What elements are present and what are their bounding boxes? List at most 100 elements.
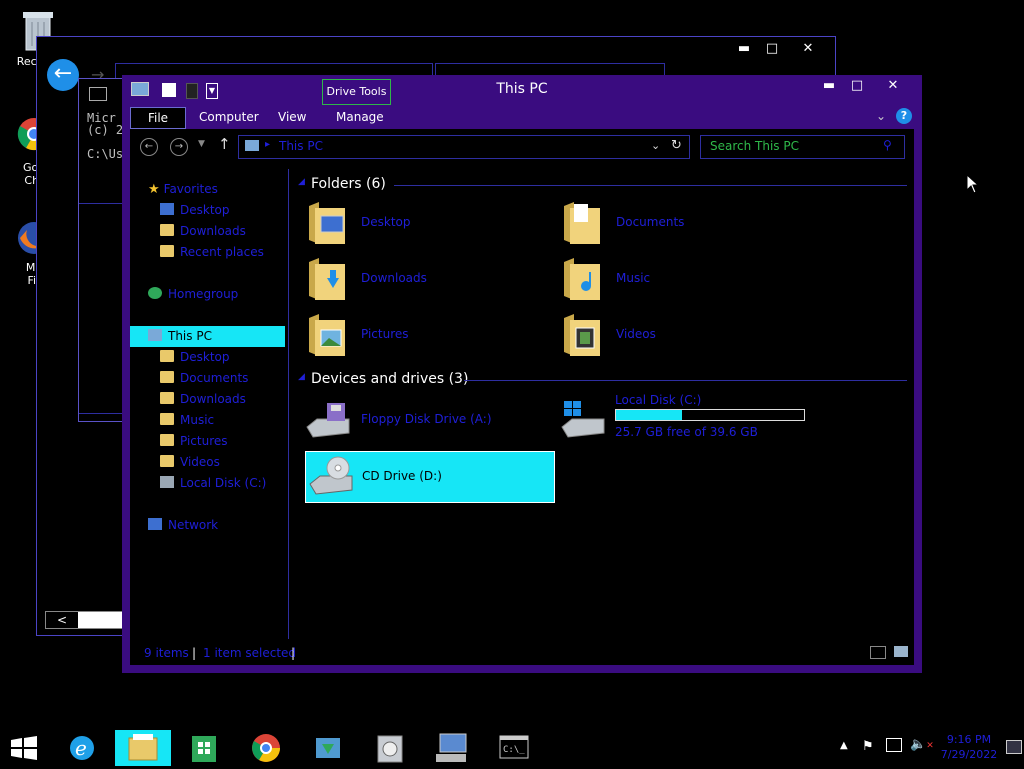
folder-icon	[160, 371, 174, 383]
disk-usage-bar	[615, 409, 805, 421]
expand-ribbon-icon[interactable]: ⌄	[876, 109, 886, 123]
action-center-flag-icon[interactable]: ⚑	[862, 739, 874, 754]
minimize-button[interactable]: ▬	[816, 77, 842, 95]
taskbar-downloader[interactable]	[300, 730, 356, 766]
nav-network[interactable]: Network	[148, 515, 218, 536]
nav-pc-music[interactable]: Music	[160, 410, 214, 431]
close-button[interactable]: ✕	[797, 41, 819, 57]
breadcrumb-separator-icon: ▸	[265, 139, 271, 150]
taskbar-disk-tool[interactable]	[362, 730, 418, 766]
documents-folder-icon	[564, 202, 600, 244]
nav-this-pc[interactable]: This PC	[130, 326, 285, 347]
folders-collapse-icon[interactable]: ◢	[298, 177, 305, 187]
up-button[interactable]: ↑	[218, 135, 231, 153]
nav-fav-recent[interactable]: Recent places	[160, 242, 264, 263]
folder-desktop[interactable]: Desktop	[305, 198, 525, 248]
tab-manage[interactable]: Manage	[336, 107, 384, 127]
large-icons-view-icon[interactable]	[894, 646, 908, 657]
drive-floppy[interactable]: Floppy Disk Drive (A:)	[305, 395, 550, 445]
nav-pc-videos[interactable]: Videos	[160, 452, 220, 473]
drive-label: CD Drive (D:)	[362, 469, 442, 483]
refresh-icon[interactable]: ↻	[671, 138, 682, 153]
start-button[interactable]	[10, 736, 40, 760]
svg-text:e: e	[75, 736, 87, 760]
volume-muted-icon[interactable]: 🔈✕	[910, 737, 934, 752]
taskbar-remote-desktop[interactable]	[424, 730, 480, 766]
forward-button[interactable]: →	[170, 138, 188, 156]
explorer-content: ← → ▼ ↑ ▸ This PC ⌄ ↻ Search This PC ⚲ ★…	[130, 129, 914, 665]
folder-pictures[interactable]: Pictures	[305, 310, 525, 360]
close-button[interactable]: ✕	[880, 77, 906, 95]
search-box[interactable]: Search This PC ⚲	[700, 135, 905, 159]
folder-label: Music	[616, 271, 651, 285]
search-input[interactable]: Search This PC	[710, 139, 799, 153]
nav-favorites[interactable]: ★ Favorites	[148, 179, 218, 200]
folder-label: Documents	[616, 215, 685, 229]
folder-videos[interactable]: Videos	[560, 310, 780, 360]
folders-header[interactable]: Folders (6)	[311, 176, 386, 192]
help-icon[interactable]: ?	[896, 108, 912, 124]
devices-header[interactable]: Devices and drives (3)	[311, 371, 468, 387]
address-bar[interactable]: ▸ This PC ⌄ ↻	[238, 135, 690, 159]
address-dropdown-icon[interactable]: ⌄	[651, 139, 660, 152]
download-app-icon	[316, 738, 340, 758]
recent-places-icon	[160, 245, 174, 257]
folder-downloads[interactable]: Downloads	[305, 254, 525, 304]
title-bar[interactable]: ▼ Drive Tools This PC ▬ □ ✕	[122, 75, 922, 105]
recent-locations-icon[interactable]: ▼	[198, 139, 205, 149]
devices-collapse-icon[interactable]: ◢	[298, 372, 305, 382]
nav-pc-downloads[interactable]: Downloads	[160, 389, 246, 410]
folder-documents[interactable]: Documents	[560, 198, 780, 248]
browser-scroll-left[interactable]: <	[45, 611, 127, 629]
taskbar-chrome[interactable]	[238, 730, 294, 766]
tab-computer[interactable]: Computer	[199, 107, 259, 127]
nav-label: Documents	[180, 371, 249, 385]
back-button[interactable]: ←	[140, 138, 158, 156]
taskbar-file-explorer[interactable]	[115, 730, 171, 766]
nav-label: Downloads	[180, 224, 246, 238]
taskbar-store[interactable]	[176, 730, 232, 766]
homegroup-icon	[148, 287, 162, 299]
nav-fav-desktop[interactable]: Desktop	[160, 200, 230, 221]
computer-icon	[148, 329, 162, 341]
folder-icon	[160, 392, 174, 404]
explorer-window[interactable]: ▼ Drive Tools This PC ▬ □ ✕ File Compute…	[122, 75, 922, 673]
svg-text:C:\_: C:\_	[503, 745, 525, 755]
nav-fav-downloads[interactable]: Downloads	[160, 221, 246, 242]
music-folder-icon	[564, 258, 600, 300]
details-view-icon[interactable]	[870, 646, 886, 659]
tab-view[interactable]: View	[278, 107, 306, 127]
command-prompt-icon: C:\_	[499, 735, 529, 759]
show-desktop-icon[interactable]	[1006, 740, 1022, 754]
nav-pc-local-disk[interactable]: Local Disk (C:)	[160, 473, 266, 494]
nav-pc-pictures[interactable]: Pictures	[160, 431, 228, 452]
nav-homegroup[interactable]: Homegroup	[148, 284, 238, 305]
maximize-button[interactable]: □	[844, 77, 870, 95]
folders-divider	[394, 185, 907, 186]
computer-keyboard-icon	[436, 733, 467, 762]
cmd-line-2: (c) 2	[87, 123, 124, 137]
breadcrumb[interactable]: This PC	[279, 139, 323, 153]
drive-cd-d[interactable]: CD Drive (D:)	[305, 451, 555, 503]
cmd-icon	[89, 87, 107, 101]
nav-label: Downloads	[180, 392, 246, 406]
nav-pc-documents[interactable]: Documents	[160, 368, 248, 389]
show-hidden-icons[interactable]: ▲	[840, 740, 848, 751]
clock[interactable]: 9:16 PM 7/29/2022	[940, 732, 998, 762]
internet-explorer-icon: e	[70, 736, 94, 760]
maximize-button[interactable]: □	[761, 41, 783, 57]
back-arrow-icon[interactable]: ←	[47, 59, 79, 91]
taskbar-ie[interactable]: e	[54, 730, 110, 766]
taskbar-cmd[interactable]: C:\_	[486, 730, 542, 766]
nav-pc-desktop[interactable]: Desktop	[160, 347, 230, 368]
nav-favorites-label: Favorites	[163, 182, 218, 196]
search-icon[interactable]: ⚲	[883, 138, 892, 152]
tab-file[interactable]: File	[130, 107, 186, 129]
file-explorer-icon	[128, 734, 158, 761]
drive-local-c[interactable]: Local Disk (C:) 25.7 GB free of 39.6 GB	[560, 393, 820, 445]
folder-music[interactable]: Music	[560, 254, 780, 304]
network-tray-icon[interactable]	[886, 738, 902, 752]
nav-label: Videos	[180, 455, 220, 469]
nav-label: Network	[168, 518, 219, 532]
minimize-button[interactable]: ▬	[733, 41, 755, 57]
